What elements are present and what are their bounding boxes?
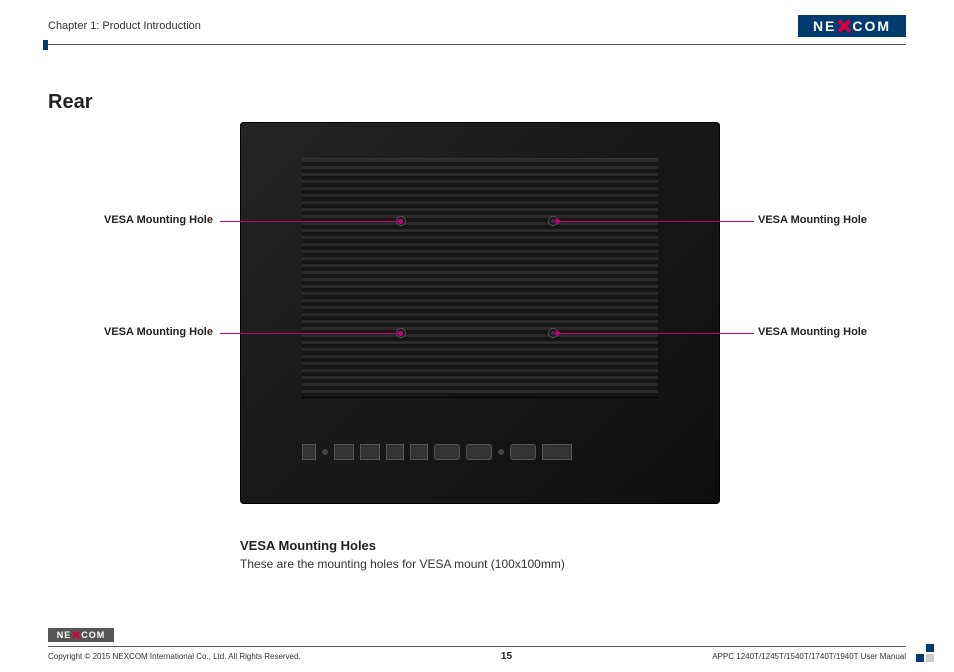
header-rule — [48, 44, 906, 45]
section-title: Rear — [48, 91, 906, 114]
product-diagram: VESA Mounting Hole VESA Mounting Hole VE… — [48, 122, 906, 532]
logo-x-icon — [72, 631, 80, 639]
heatsink-icon — [302, 158, 658, 398]
footer-rule — [48, 646, 906, 647]
serial-port-icon — [434, 444, 460, 460]
copyright-text: Copyright © 2015 NEXCOM International Co… — [48, 652, 301, 661]
page-footer: NECOM Copyright © 2015 NEXCOM Internatio… — [48, 628, 906, 662]
serial-port-icon — [466, 444, 492, 460]
logo-x-icon — [837, 19, 851, 33]
usb-port-icon — [410, 444, 428, 460]
ethernet-port-icon — [360, 444, 380, 460]
page-header: Chapter 1: Product Introduction NECOM — [48, 12, 906, 40]
callout-label: VESA Mounting Hole — [758, 214, 867, 226]
callout-label: VESA Mounting Hole — [104, 214, 213, 226]
leader-line — [220, 221, 400, 222]
vga-port-icon — [510, 444, 536, 460]
description-title: VESA Mounting Holes — [240, 538, 906, 553]
brand-logo: NECOM — [798, 15, 906, 37]
leader-line — [220, 333, 400, 334]
reset-button-icon — [498, 449, 504, 455]
io-port-panel — [302, 438, 658, 466]
power-connector-icon — [542, 444, 572, 460]
document-reference: APPC 1240T/1245T/1540T/1740T/1940T User … — [712, 652, 906, 661]
port-icon — [322, 449, 328, 455]
chapter-label: Chapter 1: Product Introduction — [48, 20, 201, 32]
usb-port-icon — [386, 444, 404, 460]
description-block: VESA Mounting Holes These are the mounti… — [240, 538, 906, 571]
port-icon — [302, 444, 316, 460]
callout-label: VESA Mounting Hole — [104, 326, 213, 338]
leader-line — [558, 221, 754, 222]
ethernet-port-icon — [334, 444, 354, 460]
footer-brand-logo: NECOM — [48, 628, 114, 642]
device-rear-panel — [240, 122, 720, 504]
callout-label: VESA Mounting Hole — [758, 326, 867, 338]
corner-decoration-icon — [914, 644, 934, 662]
leader-line — [558, 333, 754, 334]
description-text: These are the mounting holes for VESA mo… — [240, 557, 906, 571]
page-number: 15 — [501, 651, 512, 662]
